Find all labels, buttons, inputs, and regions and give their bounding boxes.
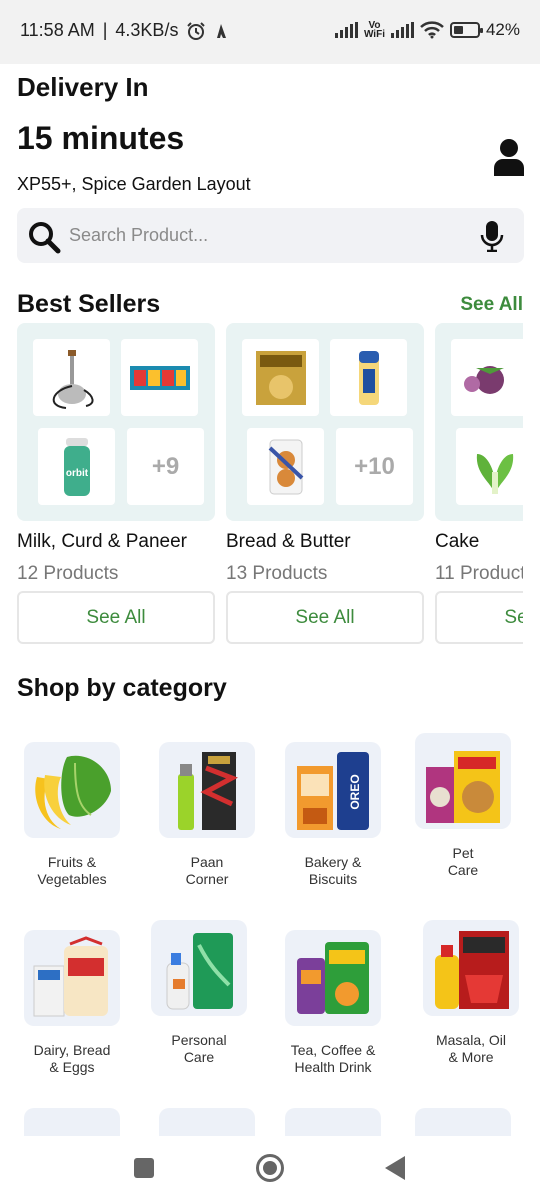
category-label: Personal Care (171, 1032, 227, 1065)
delivery-label: Delivery In (17, 72, 149, 102)
best-sellers-title: Best Sellers (17, 290, 161, 318)
recent-apps-icon[interactable] (134, 1158, 154, 1178)
seller-card-count: 13 Products (226, 563, 328, 584)
category-item[interactable]: Personal Care (134, 920, 264, 1066)
seller-card-see-all-button[interactable]: See All (17, 591, 215, 644)
category-label: Dairy, Bread & Eggs (33, 1042, 111, 1075)
category-image (285, 1108, 381, 1136)
bread-loaf-product-image (330, 339, 407, 416)
shop-by-category-title: Shop by category (17, 674, 227, 702)
best-sellers-see-all[interactable]: See All (460, 294, 523, 316)
category-label: Paan Corner (185, 854, 229, 887)
category-label: Tea, Coffee & Health Drink (290, 1042, 376, 1075)
personal-care-icon (151, 920, 247, 1016)
search-bar[interactable] (17, 208, 524, 263)
battery-icon (449, 22, 483, 38)
seller-card-see-all-button[interactable]: See All (435, 591, 523, 644)
signal-icon-2 (390, 22, 414, 38)
category-image (159, 1108, 255, 1136)
category-label: Masala, Oil & More (435, 1032, 507, 1065)
profile-icon[interactable] (493, 138, 525, 176)
svg-text:orbit: orbit (65, 468, 88, 479)
seller-card-name: Cake (435, 531, 480, 552)
bok-choy-product-image (456, 428, 523, 505)
fruits-vegetables-icon (24, 742, 120, 838)
category-item[interactable]: Tea, Coffee & Health Drink (268, 930, 398, 1076)
category-item[interactable]: OREO Bakery & Biscuits (268, 742, 398, 888)
bakery-biscuits-icon: OREO (285, 742, 381, 838)
seller-card[interactable]: +10 Bread & Butter 13 Products See All (226, 323, 424, 644)
category-item[interactable] (268, 1108, 398, 1136)
status-right: Vo WiFi 42% (334, 20, 520, 40)
category-item[interactable]: Dairy, Bread & Eggs (7, 930, 137, 1076)
back-icon[interactable] (385, 1156, 405, 1180)
category-item[interactable] (398, 1108, 528, 1136)
search-icon (29, 222, 61, 254)
buns-product-image (247, 428, 324, 505)
status-left: 11:58 AM | 4.3KB/s (20, 20, 228, 41)
delivery-address[interactable]: XP55+, Spice Garden Layout (17, 174, 251, 195)
app-notification-icon (217, 23, 227, 38)
alarm-icon (187, 21, 206, 40)
delivery-time: 15 minutes (17, 120, 185, 156)
system-navigation-bar (0, 1136, 540, 1200)
microphone-icon[interactable] (480, 220, 504, 252)
category-label: Fruits & Vegetables (37, 854, 107, 887)
best-sellers-carousel[interactable]: orbit +9 Milk, Curd & Paneer 12 Products… (17, 323, 523, 653)
status-bar: 11:58 AM | 4.3KB/s Vo WiFi 42% (0, 0, 540, 64)
more-products-count[interactable]: +10 (336, 428, 413, 505)
signal-icon (334, 22, 358, 38)
category-item[interactable] (142, 1108, 272, 1136)
tea-coffee-icon (285, 930, 381, 1026)
category-label: Bakery & Biscuits (304, 854, 362, 887)
paratha-product-image (242, 339, 319, 416)
search-input[interactable] (69, 208, 459, 263)
paan-corner-icon (159, 742, 255, 838)
home-icon[interactable] (256, 1154, 284, 1182)
category-label: Pet Care (447, 845, 479, 878)
pet-care-icon (415, 733, 511, 829)
category-item[interactable] (7, 1108, 137, 1136)
seller-card-image-grid[interactable]: orbit +9 (17, 323, 215, 521)
category-grid: Fruits & Vegetables Paan Corner OREO Bak… (0, 728, 540, 1136)
gum-product-image: orbit (38, 428, 115, 505)
seller-card-count: 12 Products (17, 563, 119, 584)
more-products-count[interactable]: +9 (127, 428, 204, 505)
seller-card-name: Milk, Curd & Paneer (17, 531, 188, 552)
category-item[interactable]: Pet Care (398, 733, 528, 879)
mangosteen-product-image (451, 339, 523, 416)
svg-text:OREO: OREO (348, 774, 362, 809)
seller-card-name: Bread & Butter (226, 531, 351, 552)
category-item[interactable]: Fruits & Vegetables (7, 742, 137, 888)
category-image (24, 1108, 120, 1136)
category-image (415, 1108, 511, 1136)
masala-oil-icon (423, 920, 519, 1016)
hookah-product-image (33, 339, 110, 416)
seller-card-image-grid[interactable] (435, 323, 523, 521)
seller-card-count: 11 Products (435, 563, 523, 584)
seller-card[interactable]: orbit +9 Milk, Curd & Paneer 12 Products… (17, 323, 215, 644)
seller-card-image-grid[interactable]: +10 (226, 323, 424, 521)
wifi-icon (420, 21, 444, 39)
category-item[interactable]: Paan Corner (142, 742, 272, 888)
pan-masala-product-image (121, 339, 198, 416)
seller-card[interactable]: Cake 11 Products See All (435, 323, 523, 644)
vowifi-label: Vo WiFi (363, 20, 385, 40)
dairy-bread-eggs-icon (24, 930, 120, 1026)
status-time: 11:58 AM (20, 20, 95, 40)
seller-card-see-all-button[interactable]: See All (226, 591, 424, 644)
battery-percent: 42% (485, 20, 520, 39)
network-speed: 4.3KB/s (115, 20, 179, 40)
category-item[interactable]: Masala, Oil & More (406, 920, 536, 1066)
